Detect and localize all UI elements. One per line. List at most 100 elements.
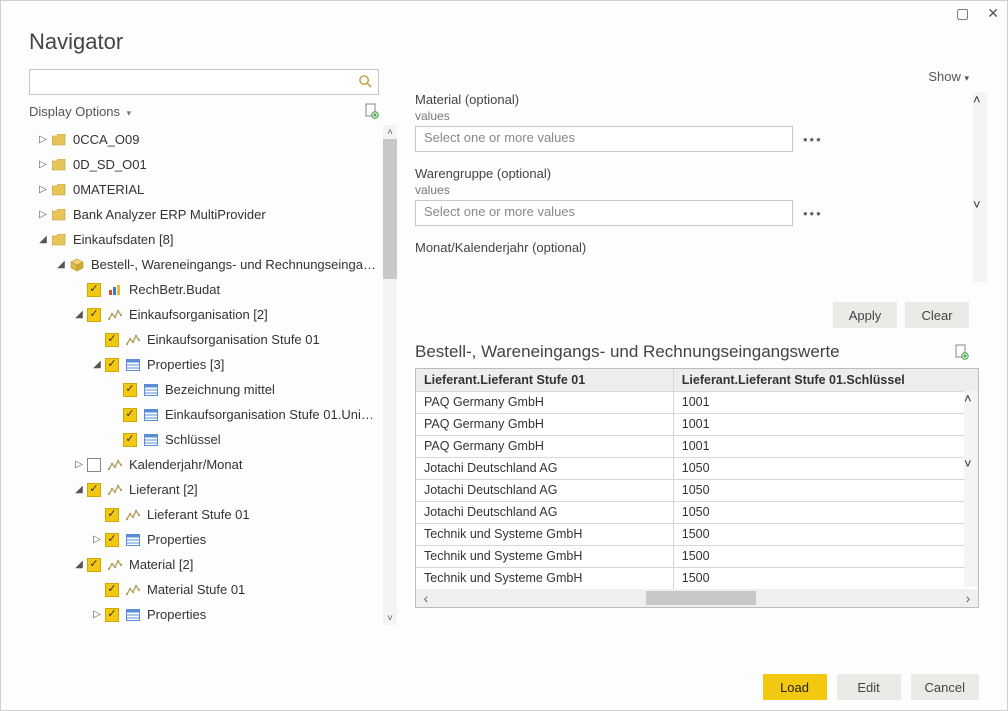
expander-icon[interactable]: ▷ [91, 534, 103, 545]
checkbox-icon[interactable] [87, 558, 101, 572]
checkbox-icon[interactable] [105, 333, 119, 347]
scroll-right-icon[interactable]: › [958, 590, 978, 606]
checkbox-icon[interactable] [105, 508, 119, 522]
table-row[interactable]: Technik und Systeme GmbH1500Technik und … [416, 567, 979, 589]
checkbox-icon[interactable] [105, 358, 119, 372]
param-label: Material (optional) [415, 92, 987, 107]
expander-icon[interactable]: ▷ [73, 459, 85, 470]
table-icon [143, 407, 159, 423]
checkbox-icon[interactable] [105, 583, 119, 597]
table-row[interactable]: PAQ Germany GmbH1001PAQ Germany GmbH [416, 413, 979, 435]
tree-item[interactable]: ◢Bestell-, Wareneingangs- und Rechnungse… [29, 252, 379, 277]
apply-button[interactable]: Apply [833, 302, 897, 328]
checkbox-icon[interactable] [105, 608, 119, 622]
expander-icon[interactable]: ▷ [37, 209, 49, 220]
expander-icon[interactable]: ◢ [73, 484, 85, 495]
column-header[interactable]: Lieferant.Lieferant Stufe 01 [416, 369, 673, 391]
table-row[interactable]: Jotachi Deutschland AG1050Jotachi Deutsc… [416, 457, 979, 479]
tree-item[interactable]: ▷Properties [29, 602, 379, 625]
table-row[interactable]: Technik und Systeme GmbH1500Technik und … [416, 545, 979, 567]
dim-icon [125, 332, 141, 348]
tree-item-label: 0CCA_O09 [73, 132, 379, 147]
browse-icon[interactable]: ••• [803, 206, 823, 221]
expander-icon[interactable]: ▷ [37, 159, 49, 170]
tree-view[interactable]: ▷ 0CCA_O09 ▷0D_SD_O01▷0MATERIAL▷Bank Analy… [29, 125, 379, 625]
load-button[interactable]: Load [763, 674, 827, 700]
tree-item[interactable]: ▷0MATERIAL [29, 177, 379, 202]
table-cell: PAQ Germany GmbH [416, 435, 673, 457]
table-hscrollbar[interactable]: ‹ › [416, 589, 978, 607]
scroll-thumb[interactable] [973, 107, 987, 197]
checkbox-icon[interactable] [87, 458, 101, 472]
checkbox-icon[interactable] [105, 533, 119, 547]
checkbox-icon[interactable] [87, 483, 101, 497]
tree-item[interactable]: Lieferant Stufe 01 [29, 502, 379, 527]
display-options-dropdown[interactable]: Display Options ▾ [29, 104, 131, 119]
tree-item[interactable]: RechBetr.Budat [29, 277, 379, 302]
tree-item[interactable]: Einkaufsorganisation Stufe 01 [29, 327, 379, 352]
dim-icon [107, 482, 123, 498]
expander-icon[interactable]: ◢ [55, 259, 67, 270]
preview-table[interactable]: Lieferant.Lieferant Stufe 01Lieferant.Li… [415, 368, 979, 608]
tree-item[interactable]: ◢Einkaufsorganisation [2] [29, 302, 379, 327]
tree-item-label: Einkaufsorganisation Stufe 01 [147, 332, 379, 347]
titlebar: ▢ ✕ [1, 1, 1007, 23]
tree-item[interactable]: ▷Properties [29, 527, 379, 552]
edit-button[interactable]: Edit [837, 674, 901, 700]
scroll-down-icon[interactable]: ˅ [964, 456, 978, 471]
checkbox-icon[interactable] [123, 433, 137, 447]
expander-icon[interactable]: ▷ [91, 609, 103, 620]
checkbox-icon[interactable] [123, 383, 137, 397]
table-cell: Jotachi Deutschland AG [416, 479, 673, 501]
param-input[interactable]: Select one or more values [415, 200, 793, 226]
table-row[interactable]: Technik und Systeme GmbH1500Technik und … [416, 523, 979, 545]
table-cell: 1500 [673, 567, 979, 589]
tree-item[interactable]: ◢Properties [3] [29, 352, 379, 377]
checkbox-icon[interactable] [87, 283, 101, 297]
scroll-down-icon[interactable]: ˅ [973, 197, 987, 212]
table-vscrollbar[interactable]: ˄ ˅ [964, 391, 978, 587]
tree-item[interactable]: Bezeichnung mittel [29, 377, 379, 402]
params-scrollbar[interactable]: ˄ ˅ [973, 92, 987, 282]
tree-item[interactable]: Einkaufsorganisation Stufe 01.UniqueNa..… [29, 402, 379, 427]
browse-icon[interactable]: ••• [803, 132, 823, 147]
table-row[interactable]: Jotachi Deutschland AG1050Jotachi Deutsc… [416, 479, 979, 501]
expander-icon[interactable]: ◢ [73, 309, 85, 320]
add-item-icon[interactable] [365, 103, 379, 119]
tree-item[interactable]: Schlüssel [29, 427, 379, 452]
tree-item[interactable]: ▷Bank Analyzer ERP MultiProvider [29, 202, 379, 227]
clear-button[interactable]: Clear [905, 302, 969, 328]
search-input[interactable] [29, 69, 379, 95]
table-row[interactable]: PAQ Germany GmbH1001PAQ Germany GmbH [416, 391, 979, 413]
table-row[interactable]: PAQ Germany GmbH1001PAQ Germany GmbH [416, 435, 979, 457]
close-icon[interactable]: ✕ [987, 6, 999, 20]
tree-item[interactable]: ◢Lieferant [2] [29, 477, 379, 502]
scroll-up-icon[interactable]: ˄ [964, 391, 978, 406]
dim-icon [107, 557, 123, 573]
tree-item[interactable]: ▷Kalenderjahr/Monat [29, 452, 379, 477]
expander-icon[interactable]: ◢ [73, 559, 85, 570]
tree-item[interactable]: Material Stufe 01 [29, 577, 379, 602]
show-dropdown[interactable]: Show ▾ [928, 69, 969, 84]
tree-item[interactable]: ▷0D_SD_O01 [29, 152, 379, 177]
expander-icon[interactable]: ▷ [37, 184, 49, 195]
tree-item[interactable]: ▷ 0CCA_O09 [29, 127, 379, 152]
maximize-icon[interactable]: ▢ [956, 6, 969, 20]
cancel-button[interactable]: Cancel [911, 674, 979, 700]
scroll-thumb[interactable] [646, 591, 756, 605]
add-preview-icon[interactable] [955, 344, 969, 360]
expander-icon[interactable]: ◢ [91, 359, 103, 370]
expander-icon[interactable]: ◢ [37, 234, 49, 245]
search-icon[interactable] [358, 74, 373, 89]
scroll-up-icon[interactable]: ˄ [973, 92, 987, 107]
checkbox-icon[interactable] [87, 308, 101, 322]
param-input[interactable]: Select one or more values [415, 126, 793, 152]
tree-item[interactable]: ◢Material [2] [29, 552, 379, 577]
scroll-thumb[interactable] [964, 406, 978, 456]
tree-item[interactable]: ◢Einkaufsdaten [8] [29, 227, 379, 252]
column-header[interactable]: Lieferant.Lieferant Stufe 01.Schlüssel [673, 369, 979, 391]
checkbox-icon[interactable] [123, 408, 137, 422]
table-row[interactable]: Jotachi Deutschland AG1050Jotachi Deutsc… [416, 501, 979, 523]
expander-icon[interactable]: ▷ [37, 134, 49, 145]
scroll-left-icon[interactable]: ‹ [416, 590, 436, 606]
